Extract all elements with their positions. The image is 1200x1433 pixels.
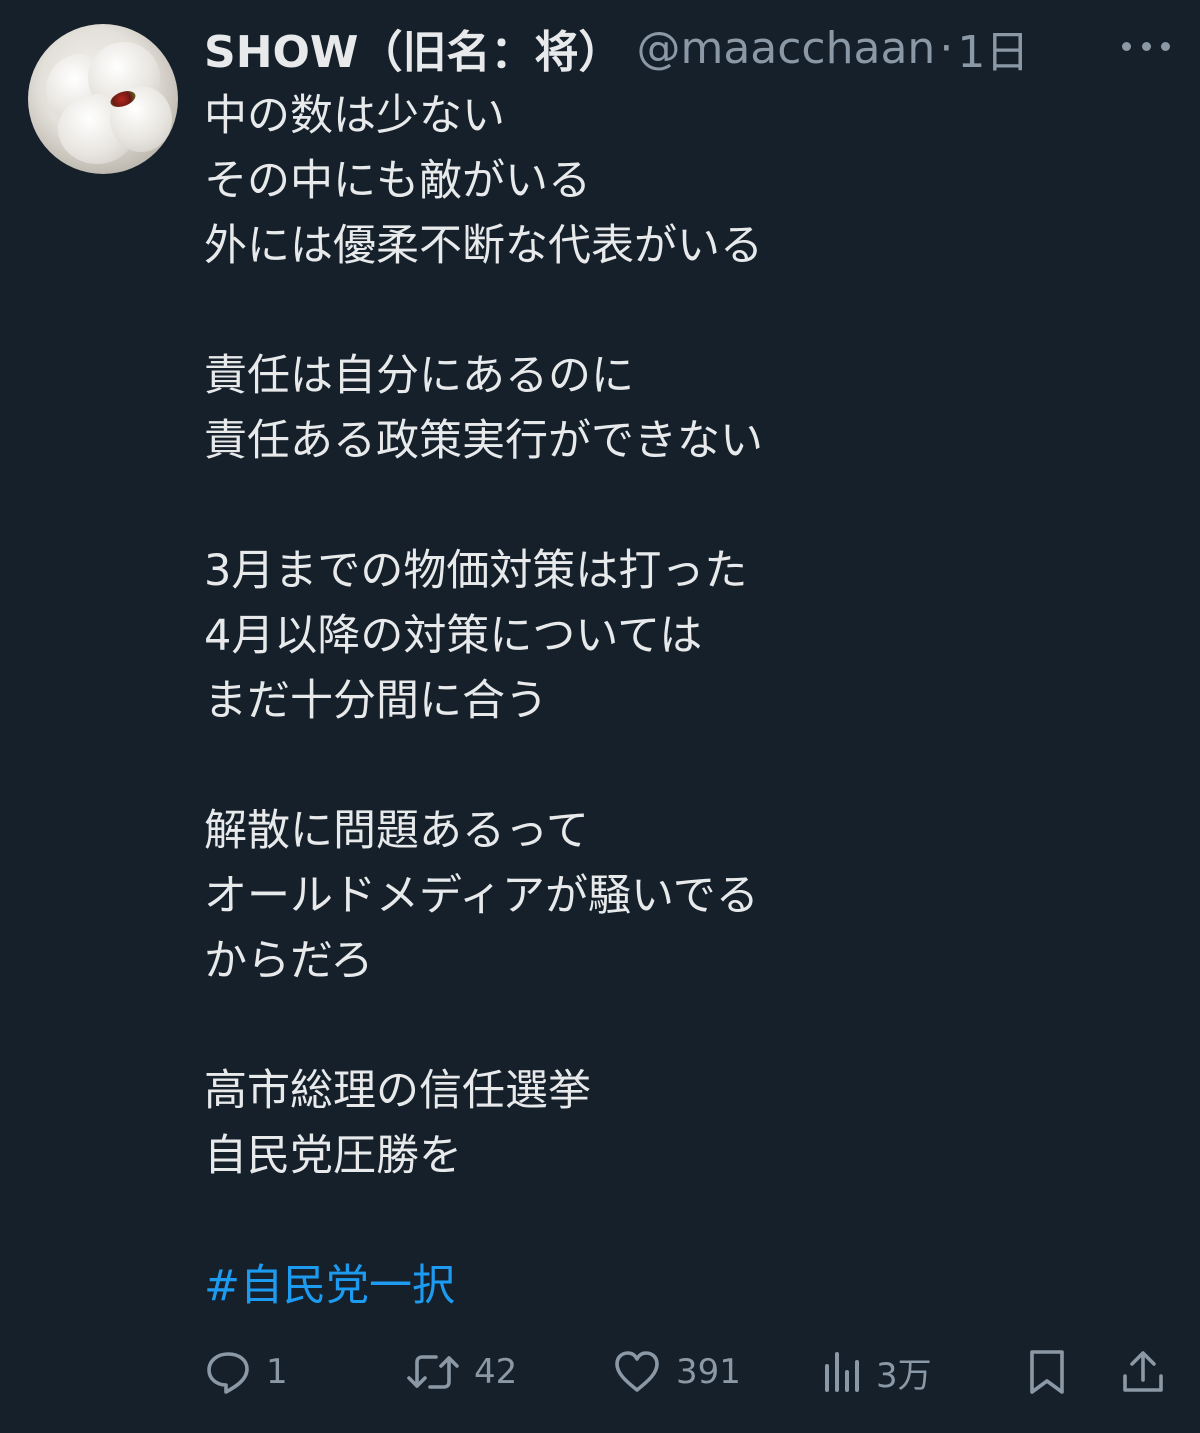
tweet-line: 解散に問題あるって [204,806,589,856]
tweet-line: 3月までの物価対策は打った [204,546,748,596]
action-bar: 1 42 391 3万 [0,1340,1200,1404]
avatar[interactable] [28,24,178,174]
tweet-line: からだろ [204,936,374,986]
tweet-header: SHOW（旧名：将） @maacchaan · 1日 [204,16,1029,80]
more-dots-icon[interactable] [1122,34,1170,58]
reply-count: 1 [266,1352,288,1392]
tweet-line: 責任は自分にあるのに [204,351,634,401]
author-handle[interactable]: @maacchaan [636,23,935,74]
share-icon [1123,1351,1163,1392]
tweet-line: 高市総理の信任選挙 [204,1066,591,1116]
tweet-line: 4月以降の対策については [204,611,703,661]
tweet-card[interactable]: SHOW（旧名：将） @maacchaan · 1日 中の数は少ない その中にも… [0,0,1200,1433]
retweet-count: 42 [474,1352,518,1392]
tweet-line: 責任ある政策実行ができない [204,416,763,466]
author-display-name[interactable]: SHOW（旧名：将） [204,16,622,80]
bookmark-icon [1030,1350,1064,1394]
tweet-line: 中の数は少ない [204,91,505,141]
retweet-button[interactable]: 42 [406,1340,517,1404]
tweet-line: 外には優柔不断な代表がいる [204,221,763,271]
like-button[interactable]: 391 [612,1340,741,1404]
views-button[interactable]: 3万 [822,1340,932,1404]
tweet-line: その中にも敵がいる [204,156,591,206]
tweet-line: まだ十分間に合う [204,676,548,726]
reply-button[interactable]: 1 [204,1340,288,1404]
views-count: 3万 [876,1355,932,1396]
share-button[interactable] [1120,1340,1166,1404]
hashtag-link[interactable]: #自民党一択 [204,1254,1164,1319]
bookmark-button[interactable] [1026,1340,1068,1404]
tweet-text: 中の数は少ない その中にも敵がいる 外には優柔不断な代表がいる 責任は自分にある… [204,84,1164,1319]
tweet-line: 自民党圧勝を [204,1131,462,1181]
like-count: 391 [676,1352,741,1392]
retweet-icon [407,1355,459,1389]
header-separator: · [939,22,954,74]
tweet-line: オールドメディアが騒いでる [204,871,759,921]
tweet-timestamp[interactable]: 1日 [957,16,1029,80]
views-chart-icon [825,1352,859,1392]
reply-icon [207,1352,249,1394]
heart-icon [615,1351,659,1392]
